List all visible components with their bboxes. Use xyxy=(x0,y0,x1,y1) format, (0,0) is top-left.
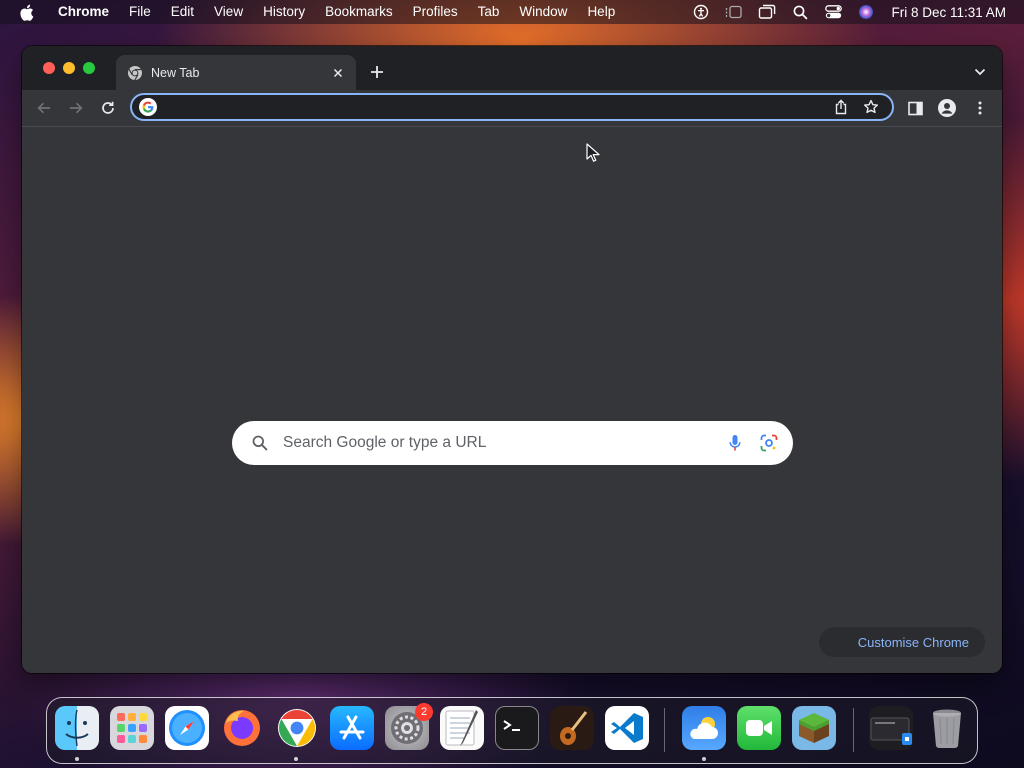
chrome-window: New Tab Search Google or type a URL Cust… xyxy=(22,46,1002,673)
system-settings-badge: 2 xyxy=(415,703,433,721)
new-tab-page: Customise Chrome xyxy=(22,127,1002,673)
menu-window[interactable]: Window xyxy=(509,0,577,24)
menu-help[interactable]: Help xyxy=(577,0,625,24)
launchpad-icon[interactable] xyxy=(110,706,154,750)
tab-close-icon[interactable] xyxy=(330,65,346,81)
menu-view[interactable]: View xyxy=(204,0,253,24)
dock-separator xyxy=(853,708,854,752)
dock: 2 xyxy=(46,697,978,764)
menu-file[interactable]: File xyxy=(119,0,161,24)
screen-mirroring-icon[interactable] xyxy=(758,3,776,21)
reload-icon[interactable] xyxy=(98,98,118,118)
menu-bookmarks[interactable]: Bookmarks xyxy=(315,0,403,24)
minecraft-icon[interactable] xyxy=(792,706,836,750)
window-minimize-button[interactable] xyxy=(63,62,75,74)
bookmark-star-icon[interactable] xyxy=(862,98,880,116)
apple-menu-icon[interactable] xyxy=(16,2,36,22)
google-lens-icon[interactable] xyxy=(759,433,779,453)
google-g-icon xyxy=(139,98,157,116)
terminal-icon[interactable] xyxy=(495,706,539,750)
safari-icon[interactable] xyxy=(165,706,209,750)
share-icon[interactable] xyxy=(832,98,850,116)
facetime-icon[interactable] xyxy=(737,706,781,750)
window-close-button[interactable] xyxy=(43,62,55,74)
tab-strip: New Tab xyxy=(22,46,1002,90)
new-tab-plus-icon[interactable] xyxy=(368,63,386,81)
tab-search-chevron-icon[interactable] xyxy=(972,64,988,80)
google-chrome-icon[interactable] xyxy=(275,706,319,750)
menu-edit[interactable]: Edit xyxy=(161,0,204,24)
firefox-icon[interactable] xyxy=(220,706,264,750)
trash-icon[interactable] xyxy=(925,706,969,750)
textedit-icon[interactable] xyxy=(440,706,484,750)
ntp-search-box[interactable] xyxy=(232,421,793,465)
control-center-icon[interactable] xyxy=(824,3,842,21)
accessibility-icon[interactable] xyxy=(692,3,710,21)
side-panel-icon[interactable] xyxy=(905,98,925,118)
weather-running-dot xyxy=(702,757,706,761)
menubar-clock[interactable]: Fri 8 Dec 11:31 AM xyxy=(891,5,1006,20)
back-arrow-icon[interactable] xyxy=(34,98,54,118)
finder-running-dot xyxy=(75,757,79,761)
finder-icon[interactable] xyxy=(55,706,99,750)
customise-chrome-button[interactable]: Customise Chrome xyxy=(819,627,985,657)
profile-avatar-icon[interactable] xyxy=(937,98,957,118)
address-bar[interactable] xyxy=(130,93,894,121)
app-store-icon[interactable] xyxy=(330,706,374,750)
search-icon xyxy=(250,433,270,453)
chrome-favicon-icon xyxy=(127,65,143,81)
voice-search-mic-icon[interactable] xyxy=(725,433,745,453)
ntp-search-input[interactable] xyxy=(283,434,725,452)
weather-icon[interactable] xyxy=(682,706,726,750)
menu-tab[interactable]: Tab xyxy=(468,0,510,24)
tab-title: New Tab xyxy=(151,65,200,80)
garageband-icon[interactable] xyxy=(550,706,594,750)
tab-new-tab[interactable]: New Tab xyxy=(116,55,356,90)
browser-toolbar xyxy=(22,90,1002,127)
chrome-menu-kebab-icon[interactable] xyxy=(970,98,990,118)
menu-bar: Chrome File Edit View History Bookmarks … xyxy=(0,0,1024,24)
dock-separator xyxy=(664,708,665,752)
menu-profiles[interactable]: Profiles xyxy=(403,0,468,24)
visual-studio-code-icon[interactable] xyxy=(605,706,649,750)
spotlight-icon[interactable] xyxy=(791,3,809,21)
mouse-cursor-icon xyxy=(586,143,600,162)
forward-arrow-icon[interactable] xyxy=(66,98,86,118)
address-input[interactable] xyxy=(165,99,832,115)
stage-manager-icon[interactable] xyxy=(725,3,743,21)
menu-app-chrome[interactable]: Chrome xyxy=(48,0,119,24)
downloads-stack-icon[interactable] xyxy=(869,706,913,750)
siri-icon[interactable] xyxy=(857,3,875,21)
chrome-running-dot xyxy=(294,757,298,761)
window-zoom-button[interactable] xyxy=(83,62,95,74)
menu-history[interactable]: History xyxy=(253,0,315,24)
